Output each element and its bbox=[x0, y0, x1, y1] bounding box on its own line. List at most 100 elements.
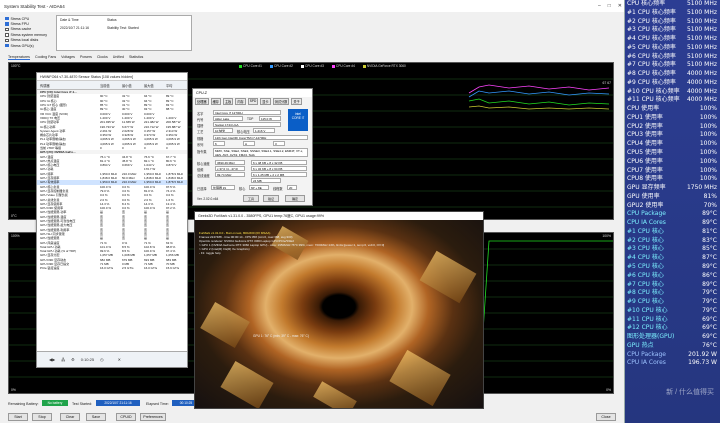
cpuz-clock: 3690.49 MHz bbox=[215, 160, 245, 165]
osd-value: 100% bbox=[699, 149, 717, 157]
settings-icon[interactable]: ⚙ bbox=[71, 357, 75, 362]
tab[interactable]: Voltages bbox=[61, 55, 75, 60]
temp-current-label: 67 67 bbox=[602, 81, 612, 85]
osd-rows: CPU 核心频率 5100 MHz #1 CPU 核心频率 5100 MHz #2 CP… bbox=[625, 0, 720, 368]
osd-label: #4 CPU 核心频率 bbox=[627, 35, 676, 43]
osd-label: #11 CPU 核心 bbox=[627, 315, 668, 323]
tab[interactable]: Statistics bbox=[129, 55, 143, 60]
column-header[interactable]: 当前值 bbox=[100, 83, 122, 88]
osd-row: CPU4 使用率 100% bbox=[625, 140, 720, 149]
stop-button[interactable]: Stop bbox=[32, 413, 52, 421]
cpuz-validate-button[interactable]: 验证 bbox=[263, 195, 279, 202]
clock-icon[interactable]: ◷ bbox=[100, 357, 104, 362]
osd-row: CPU IA Cores 196.73 W bbox=[625, 359, 720, 368]
start-button[interactable]: Start bbox=[8, 413, 28, 421]
cpuid-button[interactable]: CPUID bbox=[116, 413, 136, 421]
osd-row: CPU5 使用率 100% bbox=[625, 149, 720, 158]
sensor-cell: 0 bbox=[144, 146, 146, 150]
osd-row: #11 CPU 核心频率 4000 MHz bbox=[625, 96, 720, 105]
checkbox[interactable] bbox=[5, 16, 9, 21]
column-header[interactable]: 传感器 bbox=[40, 83, 100, 88]
osd-label: #7 CPU 核心频率 bbox=[627, 61, 676, 69]
furmark-cube bbox=[389, 349, 451, 407]
cpuz-tab[interactable]: 关于 bbox=[291, 98, 302, 105]
preferences-button[interactable]: Preferences bbox=[140, 413, 166, 421]
osd-value: 89°C bbox=[702, 262, 717, 270]
osd-row: CPU1 使用率 100% bbox=[625, 114, 720, 123]
osd-row: #5 CPU 核心 89°C bbox=[625, 263, 720, 272]
status-table: Date & Time Status 2022/10/7 21:11:16 St… bbox=[56, 15, 192, 51]
cpuz-tab[interactable]: 显卡 bbox=[260, 98, 271, 105]
osd-label: CPU1 使用率 bbox=[627, 113, 663, 121]
osd-row: #12 CPU 核心 69°C bbox=[625, 324, 720, 333]
osd-label: 图形处理器(GPU) bbox=[627, 333, 675, 341]
stress-option[interactable]: Stress GPU(s) bbox=[5, 43, 47, 48]
tab[interactable]: Powers bbox=[80, 55, 92, 60]
legend-label: CPU Core #4 bbox=[335, 64, 355, 68]
cpuz-voltage: 1.216 V bbox=[253, 128, 275, 133]
network-icon[interactable]: ⁂ bbox=[61, 357, 65, 362]
graph-tabs: Temperatures Cooling Fans Voltages Powers Cl… bbox=[8, 55, 143, 60]
maximize-button[interactable]: □ bbox=[608, 0, 611, 12]
cpuz-tab[interactable]: 主板 bbox=[222, 98, 234, 105]
cpuz-processor-select[interactable]: 处理器 #1 bbox=[211, 185, 235, 190]
cpuz-process-label: 工艺 bbox=[197, 130, 204, 134]
tab[interactable]: Unified bbox=[113, 55, 124, 60]
sensor-row[interactable]: PCIe 链接速度 16.0 GT/s 2.5 GT/s 16.0 GT/s 15.9 … bbox=[37, 266, 187, 270]
osd-label: #10 CPU 核心 bbox=[627, 306, 668, 314]
hwinfo-header: 传感器 当前值 最小值 最大值 平均 bbox=[37, 81, 187, 90]
cpuz-bus-label: 总线速度 bbox=[197, 174, 210, 178]
osd-value: 4000 MHz bbox=[686, 70, 717, 78]
osd-value: 100% bbox=[699, 105, 717, 113]
checkbox[interactable] bbox=[5, 38, 9, 42]
osd-row: GPU 显存频率 1750 MHz bbox=[625, 184, 720, 193]
cpuz-tab[interactable]: 处理器 bbox=[195, 98, 209, 105]
osd-row: CPU7 使用率 100% bbox=[625, 167, 720, 176]
checkbox[interactable] bbox=[5, 22, 9, 26]
tab[interactable]: Cooling Fans bbox=[35, 55, 56, 60]
osd-row: #3 CPU 核心频率 5100 MHz bbox=[625, 26, 720, 35]
tab[interactable]: Temperatures bbox=[8, 55, 30, 60]
tab[interactable]: Clocks bbox=[97, 55, 108, 60]
legend-swatch bbox=[362, 64, 366, 68]
osd-row: #6 CPU 核心 86°C bbox=[625, 272, 720, 281]
osd-label: #5 CPU 核心频率 bbox=[627, 43, 676, 51]
cpuz-instr: MMX, SSE, SSE2, SSE3, SSSE3, SSE4.1, SSE… bbox=[213, 148, 308, 157]
cpuz-ok-button[interactable]: 确定 bbox=[285, 195, 305, 202]
temp-bottom-label: 0°C bbox=[11, 214, 17, 218]
close-button[interactable]: Close bbox=[596, 413, 616, 421]
checkbox[interactable] bbox=[5, 33, 9, 37]
save-button[interactable]: Save bbox=[86, 413, 106, 421]
minimize-button[interactable]: – bbox=[598, 0, 601, 12]
checkbox[interactable] bbox=[5, 27, 9, 32]
gpu-line bbox=[468, 105, 610, 110]
nav-left-icon[interactable]: ◀▶ bbox=[49, 357, 55, 362]
osd-label: CPU IA Cores bbox=[627, 219, 666, 227]
column-header[interactable]: 最大值 bbox=[144, 83, 166, 88]
column-header[interactable]: 平均 bbox=[166, 83, 188, 88]
cpuz-tab[interactable]: 缓存 bbox=[210, 98, 221, 105]
osd-label: CPU7 使用率 bbox=[627, 166, 663, 174]
osd-value: 5100 MHz bbox=[686, 26, 717, 34]
status-value: Stability Test: Started bbox=[107, 26, 139, 30]
clear-button[interactable]: Clear bbox=[60, 413, 80, 421]
cpuz-tab[interactable]: 测试分数 bbox=[272, 98, 290, 105]
close-icon[interactable]: ✕ bbox=[118, 357, 121, 362]
cpuz-name-label: 名字 bbox=[197, 112, 204, 116]
cpuz-tab[interactable]: 内存 bbox=[235, 98, 246, 105]
stress-option-label: Stress system memory bbox=[10, 32, 48, 37]
osd-row: CPU 使用率 100% bbox=[625, 105, 720, 114]
cpuz-process: 10 纳米 bbox=[213, 128, 233, 133]
osd-row: #11 CPU 核心 69°C bbox=[625, 316, 720, 325]
close-icon[interactable]: ✕ bbox=[618, 0, 622, 12]
column-header[interactable]: 最小值 bbox=[122, 83, 144, 88]
cpuz-tools-button[interactable]: 工具 bbox=[243, 195, 259, 202]
stress-option-label: Stress GPU(s) bbox=[10, 43, 34, 48]
checkbox[interactable] bbox=[5, 43, 9, 48]
cpuz-tab[interactable]: SPD bbox=[247, 98, 259, 105]
cpuz-family-label: 系列 bbox=[197, 143, 204, 147]
cpuz-tabs: 处理器 缓存 主板 内存 SPD 显卡 测试分数 关于 bbox=[193, 97, 312, 106]
osd-row: CPU8 使用率 100% bbox=[625, 175, 720, 184]
stress-option[interactable]: Stress system memory bbox=[5, 32, 47, 37]
osd-row: CPU IA Cores 89°C bbox=[625, 219, 720, 228]
